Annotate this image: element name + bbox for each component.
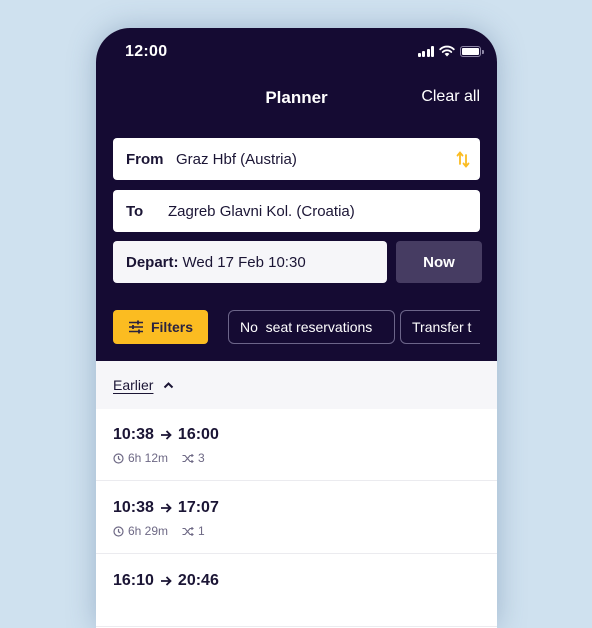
journey-meta: 6h 12m 3	[113, 451, 497, 465]
journey-times: 16:10 20:46	[113, 572, 497, 590]
arrow-right-icon	[160, 503, 172, 513]
depart-field[interactable]: Depart: Wed 17 Feb 10:30	[113, 241, 387, 283]
battery-icon	[460, 45, 484, 57]
from-field[interactable]: From Graz Hbf (Austria)	[113, 138, 480, 180]
to-value: Zagreb Glavni Kol. (Croatia)	[168, 202, 355, 220]
earlier-bar: Earlier	[96, 361, 497, 409]
chip-transfer[interactable]: Transfer t	[400, 310, 480, 344]
chevron-up-icon	[164, 382, 174, 389]
to-field[interactable]: To Zagreb Glavni Kol. (Croatia)	[113, 190, 480, 232]
journey-row[interactable]: 16:10 20:46	[96, 555, 497, 627]
depart-value: Wed 17 Feb 10:30	[182, 253, 306, 271]
chip-label: Transfer t	[412, 319, 472, 335]
status-time: 12:00	[125, 43, 168, 60]
depart-time: 10:38	[113, 499, 154, 516]
depart-time: 16:10	[113, 572, 154, 589]
journey-times: 10:38 16:00	[113, 426, 497, 444]
now-button[interactable]: Now	[396, 241, 482, 283]
arrive-time: 17:07	[177, 499, 219, 516]
clear-all-button[interactable]: Clear all	[421, 88, 480, 106]
clock-icon	[113, 452, 124, 464]
from-value: Graz Hbf (Austria)	[176, 150, 297, 168]
earlier-button[interactable]: Earlier	[113, 377, 174, 393]
status-icons	[417, 45, 484, 57]
from-label: From	[126, 150, 164, 168]
arrow-right-icon	[160, 430, 172, 440]
sliders-icon	[128, 320, 143, 334]
transfers-count: 3	[198, 451, 205, 465]
arrive-time: 16:00	[177, 426, 219, 443]
journey-row[interactable]: 10:38 16:00 6h 12m 3	[96, 409, 497, 481]
depart-time: 10:38	[113, 426, 154, 443]
chip-label: No seat reservations	[240, 319, 373, 335]
journey-times: 10:38 17:07	[113, 499, 497, 517]
transfers-icon	[182, 526, 194, 536]
planner-header: 12:00 Planner Clear all From Graz Hbf (A…	[96, 28, 497, 361]
swap-vertical-icon[interactable]	[456, 150, 470, 168]
earlier-label: Earlier	[113, 377, 154, 393]
duration: 6h 29m	[128, 524, 169, 538]
transfers-icon	[182, 453, 194, 463]
journey-meta: 6h 29m 1	[113, 524, 497, 538]
filters-button[interactable]: Filters	[113, 310, 208, 344]
journey-row[interactable]: 10:38 17:07 6h 29m 1	[96, 482, 497, 554]
arrow-right-icon	[160, 576, 172, 586]
to-label: To	[126, 202, 144, 220]
transfers-count: 1	[198, 524, 205, 538]
phone-frame: 12:00 Planner Clear all From Graz Hbf (A…	[96, 28, 497, 628]
clock-icon	[113, 525, 124, 537]
chip-no-seat-reservations[interactable]: No seat reservations	[228, 310, 395, 344]
arrive-time: 20:46	[177, 572, 219, 589]
wifi-icon	[439, 45, 455, 57]
filters-label: Filters	[150, 319, 193, 335]
duration: 6h 12m	[128, 451, 169, 465]
depart-label: Depart:	[126, 253, 179, 271]
filter-chips-row[interactable]: Filters No seat reservations Transfer t	[113, 310, 480, 344]
cellular-signal-icon	[417, 45, 434, 57]
